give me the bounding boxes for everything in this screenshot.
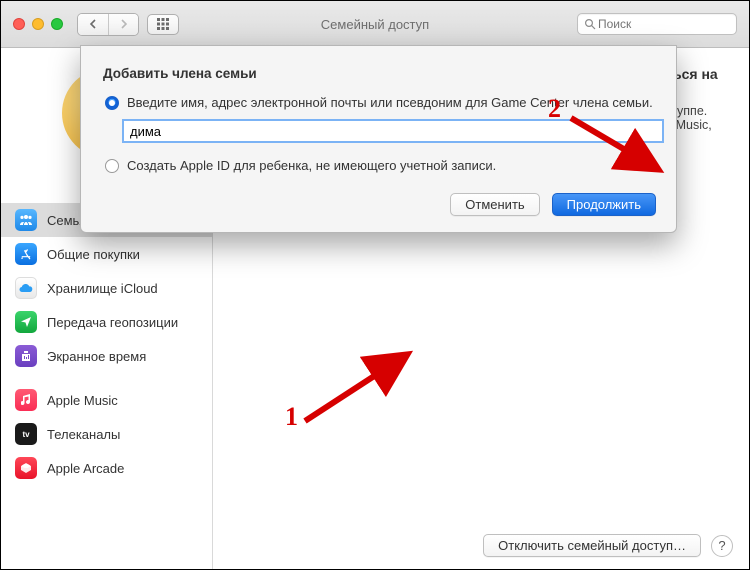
sidebar-item-location[interactable]: Передача геопозиции <box>1 305 212 339</box>
sidebar-item-purchases[interactable]: Общие покупки <box>1 237 212 271</box>
sidebar-item-icloud-storage[interactable]: Хранилище iCloud <box>1 271 212 305</box>
close-window-button[interactable] <box>13 18 25 30</box>
sheet-actions: Отменить Продолжить <box>101 193 656 216</box>
back-button[interactable] <box>78 14 108 35</box>
sidebar-item-label: Телеканалы <box>47 427 120 442</box>
apple-music-icon <box>15 389 37 411</box>
sidebar-item-label: Apple Music <box>47 393 118 408</box>
icloud-icon <box>15 277 37 299</box>
footer-row: Отключить семейный доступ… ? <box>483 534 733 557</box>
option-create-child-row[interactable]: Создать Apple ID для ребенка, не имеющег… <box>105 158 656 173</box>
add-member-sheet: Добавить члена семьи Введите имя, адрес … <box>80 45 677 233</box>
member-name-input[interactable] <box>123 120 663 142</box>
screentime-icon <box>15 345 37 367</box>
window-toolbar: Семейный доступ <box>1 1 749 48</box>
sidebar-item-tv[interactable]: tv Телеканалы <box>1 417 212 451</box>
option-create-child-label: Создать Apple ID для ребенка, не имеющег… <box>127 158 496 173</box>
arcade-icon <box>15 457 37 479</box>
traffic-lights <box>13 18 63 30</box>
sidebar-item-apple-music[interactable]: Apple Music <box>1 383 212 417</box>
sidebar-item-label: Apple Arcade <box>47 461 124 476</box>
option-enter-name-row[interactable]: Введите имя, адрес электронной почты или… <box>105 95 656 110</box>
radio-enter-name[interactable] <box>105 96 119 110</box>
radio-create-child[interactable] <box>105 159 119 173</box>
sidebar-item-label: Экранное время <box>47 349 146 364</box>
search-icon <box>584 18 596 30</box>
search-input[interactable] <box>596 16 730 32</box>
zoom-window-button[interactable] <box>51 18 63 30</box>
sidebar-list: Семья Общие покупки Хранилище iCloud Пер… <box>1 203 212 569</box>
tv-icon: tv <box>15 423 37 445</box>
help-button[interactable]: ? <box>711 535 733 557</box>
sidebar-item-label: Передача геопозиции <box>47 315 178 330</box>
nav-segmented <box>77 13 139 36</box>
sidebar-item-label: Хранилище iCloud <box>47 281 158 296</box>
location-icon <box>15 311 37 333</box>
sidebar-item-screentime[interactable]: Экранное время <box>1 339 212 373</box>
sidebar-item-label: Общие покупки <box>47 247 140 262</box>
show-all-prefs-button[interactable] <box>147 14 179 35</box>
minimize-window-button[interactable] <box>32 18 44 30</box>
sidebar-item-arcade[interactable]: Apple Arcade <box>1 451 212 485</box>
search-field-wrap[interactable] <box>577 13 737 35</box>
forward-button[interactable] <box>108 14 138 35</box>
cancel-button[interactable]: Отменить <box>450 193 539 216</box>
family-icon <box>15 209 37 231</box>
disable-family-sharing-button[interactable]: Отключить семейный доступ… <box>483 534 701 557</box>
continue-button[interactable]: Продолжить <box>552 193 656 216</box>
appstore-icon <box>15 243 37 265</box>
sheet-title: Добавить члена семьи <box>103 66 656 81</box>
option-enter-name-label: Введите имя, адрес электронной почты или… <box>127 95 653 110</box>
